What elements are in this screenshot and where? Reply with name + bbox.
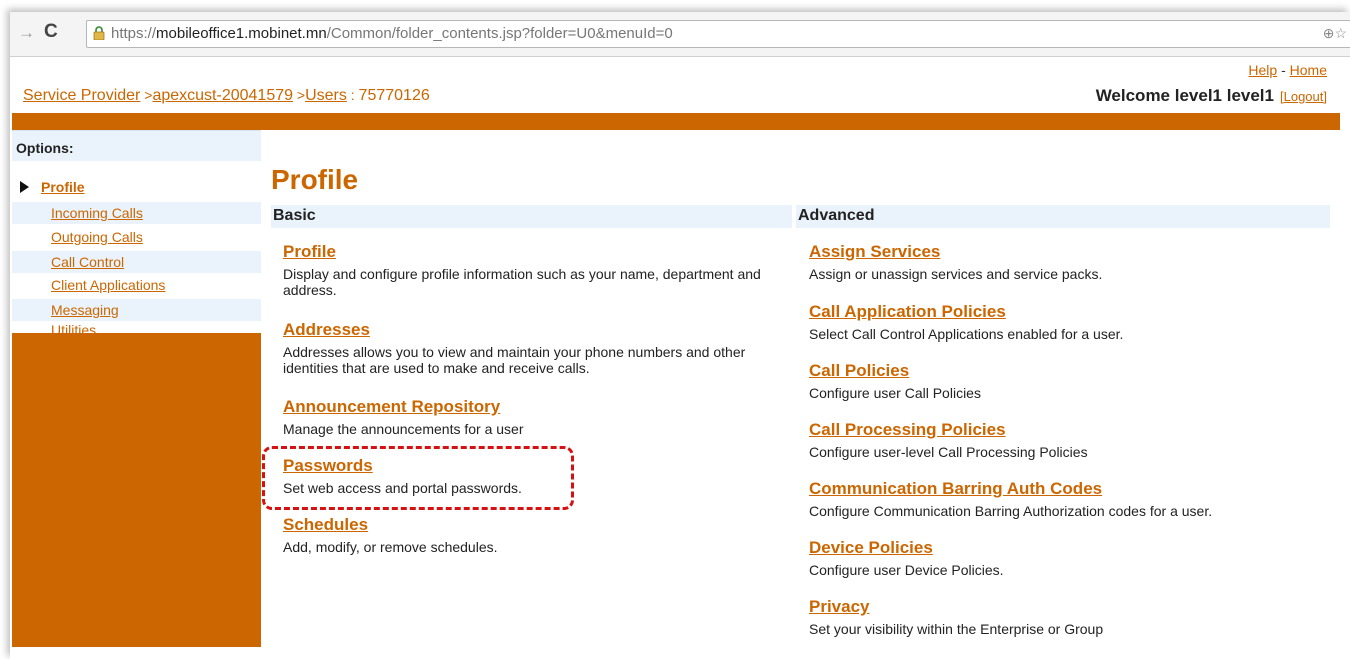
sidebar-item-call-control[interactable]: Call Control [12,251,261,273]
breadcrumb: Service Provider >apexcust-20041579 >Use… [23,87,430,105]
communication-barring-auth-codes-description: Configure Communication Barring Authoriz… [809,503,1213,519]
help-home-separator: - [1277,62,1290,78]
call-processing-policies-description: Configure user-level Call Processing Pol… [809,444,1088,460]
basic-item-profile: Profile Display and configure profile in… [283,242,803,298]
lock-icon [93,26,105,40]
sidebar-item-messaging[interactable]: Messaging [12,299,261,321]
announcement-repository-link[interactable]: Announcement Repository [283,397,793,417]
sidebar-item-outgoing-calls[interactable]: Outgoing Calls [12,226,261,248]
sidebar-item-label[interactable]: Profile [41,179,85,195]
advanced-item-call-policies: Call Policies Configure user Call Polici… [809,361,1329,401]
privacy-link[interactable]: Privacy [809,597,1329,617]
reload-icon[interactable]: C [44,21,58,43]
sidebar-item-profile[interactable]: Profile [12,176,261,198]
sidebar-item-client-applications[interactable]: Client Applications [12,274,261,296]
advanced-item-call-application-policies: Call Application Policies Select Call Co… [809,302,1329,342]
basic-heading: Basic [273,207,316,224]
basic-item-schedules: Schedules Add, modify, or remove schedul… [283,515,793,555]
address-bar: → C https://mobileoffice1.mobinet.mn/Com… [10,12,1350,57]
help-home-links: Help - Home [1248,62,1327,78]
options-header: Options: [12,130,261,161]
call-policies-description: Configure user Call Policies [809,385,981,401]
home-link[interactable]: Home [1290,62,1327,78]
sidebar-item-label[interactable]: Incoming Calls [51,205,143,221]
addresses-description: Addresses allows you to view and maintai… [283,344,746,376]
call-policies-link[interactable]: Call Policies [809,361,1329,381]
options-panel: Options: Profile Incoming Calls Outgoing… [12,130,261,338]
advanced-item-device-policies: Device Policies Configure user Device Po… [809,538,1329,578]
header-bar [12,113,1340,130]
sidebar: Options: Profile Incoming Calls Outgoing… [12,130,261,647]
profile-link[interactable]: Profile [283,242,803,262]
breadcrumb-users[interactable]: Users [305,87,347,104]
welcome-area: Welcome level1 level1 [Logout] [1096,86,1327,106]
call-application-policies-description: Select Call Control Applications enabled… [809,326,1124,342]
device-policies-link[interactable]: Device Policies [809,538,1329,558]
privacy-description: Set your visibility within the Enterpris… [809,621,1104,637]
url-scheme: https:// [111,25,157,42]
help-link[interactable]: Help [1248,62,1277,78]
sidebar-item-incoming-calls[interactable]: Incoming Calls [12,202,261,224]
page-title: Profile [271,164,359,195]
schedules-link[interactable]: Schedules [283,515,793,535]
breadcrumb-service-provider[interactable]: Service Provider [23,87,140,104]
welcome-text: Welcome level1 level1 [1095,86,1274,105]
schedules-description: Add, modify, or remove schedules. [283,539,498,555]
sidebar-item-label[interactable]: Client Applications [51,277,165,293]
forward-icon[interactable]: → [18,23,35,43]
sidebar-item-utilities[interactable]: Utilities [12,321,261,338]
selected-arrow-icon [20,181,29,193]
basic-section-header: Basic [271,205,792,228]
sidebar-item-label[interactable]: Call Control [51,254,124,270]
basic-item-announcement-repository: Announcement Repository Manage the annou… [283,397,793,437]
advanced-item-call-processing-policies: Call Processing Policies Configure user-… [809,420,1329,460]
communication-barring-auth-codes-link[interactable]: Communication Barring Auth Codes [809,479,1329,499]
assign-services-link[interactable]: Assign Services [809,242,1329,262]
zoom-bookmark-icon[interactable]: ⊕☆ [1323,25,1347,42]
advanced-item-assign-services: Assign Services Assign or unassign servi… [809,242,1329,282]
breadcrumb-separator: > [293,87,306,103]
device-policies-description: Configure user Device Policies. [809,562,1004,578]
addresses-link[interactable]: Addresses [283,320,793,340]
url-text: https://mobileoffice1.mobinet.mn/Common/… [111,25,673,42]
advanced-heading: Advanced [798,207,875,224]
url-path: /Common/folder_contents.jsp?folder=U0&me… [326,25,673,42]
breadcrumb-group[interactable]: apexcust-20041579 [152,87,293,104]
breadcrumb-separator: > [140,87,153,103]
options-title: Options: [16,140,74,156]
breadcrumb-separator: : [346,87,359,103]
logout-link[interactable]: [Logout] [1280,89,1327,104]
sidebar-item-label[interactable]: Outgoing Calls [51,229,143,245]
passwords-highlight-box [262,446,574,510]
profile-description: Display and configure profile informatio… [283,266,761,298]
announcement-repository-description: Manage the announcements for a user [283,421,524,437]
advanced-item-privacy: Privacy Set your visibility within the E… [809,597,1329,637]
advanced-section-header: Advanced [796,205,1330,228]
advanced-item-communication-barring-auth-codes: Communication Barring Auth Codes Configu… [809,479,1329,519]
sidebar-item-label[interactable]: Messaging [51,302,119,318]
call-application-policies-link[interactable]: Call Application Policies [809,302,1329,322]
assign-services-description: Assign or unassign services and service … [809,266,1103,282]
basic-item-addresses: Addresses Addresses allows you to view a… [283,320,793,376]
sidebar-item-label[interactable]: Utilities [51,322,96,338]
call-processing-policies-link[interactable]: Call Processing Policies [809,420,1329,440]
breadcrumb-user-id: 75770126 [358,87,430,104]
url-host: mobileoffice1.mobinet.mn [156,25,327,42]
url-input[interactable]: https://mobileoffice1.mobinet.mn/Common/… [86,20,1350,48]
